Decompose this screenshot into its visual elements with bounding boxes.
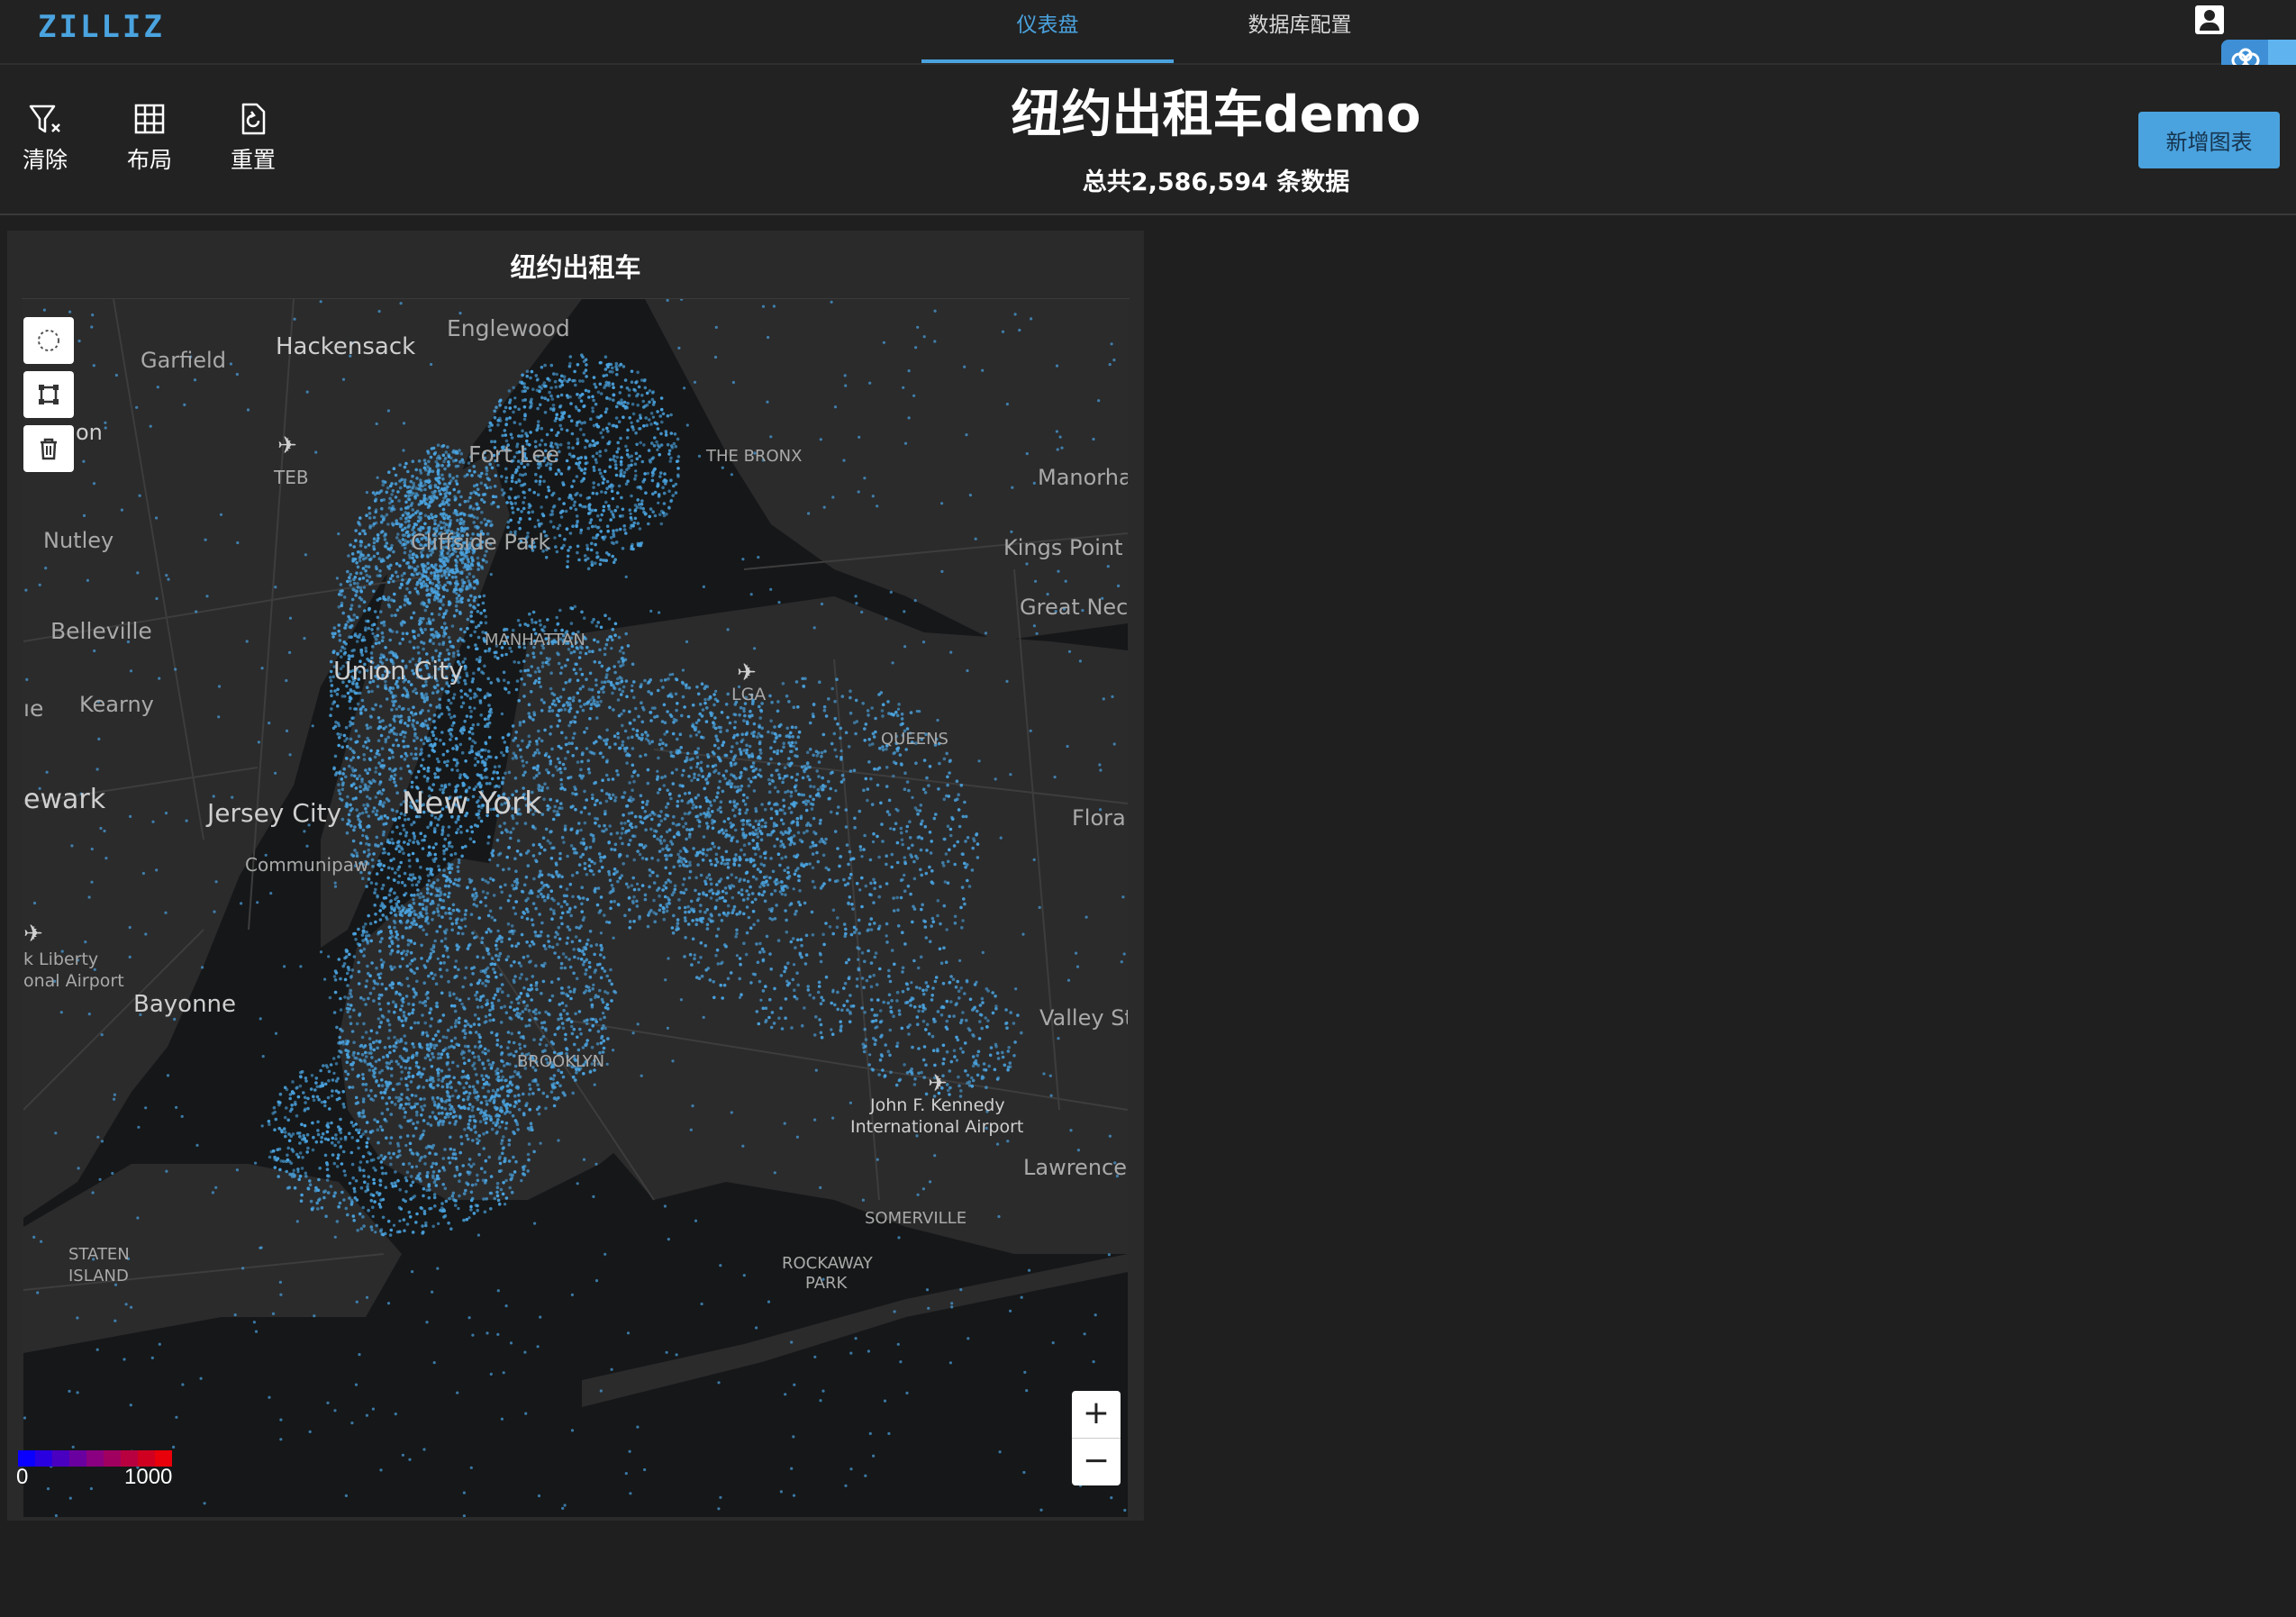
point-map[interactable]: Garfield Hackensack Englewood on TEB For…: [23, 299, 1128, 1517]
zoom-in-button[interactable]: +: [1072, 1391, 1121, 1439]
record-count: 总共2,586,594 条数据: [1082, 168, 1350, 196]
reset-button[interactable]: 重置: [217, 101, 289, 182]
legend-swatch: [52, 1450, 69, 1467]
dashboard-toolbar: 清除 布局 重置 纽约出租车demo 总共2,586,594 条数据 新增图表: [0, 65, 2296, 215]
legend-max: 1000: [124, 1465, 173, 1489]
legend-swatch: [35, 1450, 52, 1467]
layout-button[interactable]: 布局: [113, 101, 186, 182]
filter-clear-icon: [29, 104, 60, 133]
legend-swatch: [86, 1450, 104, 1467]
dashed-circle-icon: [38, 330, 59, 351]
chart-title: 纽约出租车: [510, 252, 641, 283]
user-account-icon[interactable]: [2195, 5, 2224, 34]
page-title: 纽约出租车demo: [1011, 86, 1421, 144]
tab-dashboard[interactable]: 仪表盘: [921, 0, 1174, 63]
add-chart-button[interactable]: 新增图表: [2138, 112, 2280, 168]
chart-card: 纽约出租车 Garfield Hackensack Englewood on T…: [7, 231, 1144, 1521]
zilliz-logo[interactable]: ZILLIZ: [38, 7, 165, 47]
tab-database-config[interactable]: 数据库配置: [1174, 0, 1426, 63]
legend-swatch: [69, 1450, 86, 1467]
draw-polygon-tool[interactable]: [23, 371, 74, 418]
clear-label: 清除: [22, 147, 68, 173]
draw-circle-tool[interactable]: [23, 317, 74, 364]
legend-swatch: [104, 1450, 121, 1467]
trash-icon: [41, 438, 57, 460]
top-nav: ZILLIZ 仪表盘 数据库配置: [0, 0, 2296, 77]
legend-min: 0: [16, 1465, 29, 1489]
reset-document-icon: [241, 103, 266, 135]
zoom-out-button[interactable]: −: [1072, 1439, 1121, 1485]
map-basemap: [23, 299, 1128, 1517]
clear-filter-button[interactable]: 清除: [9, 101, 81, 182]
polygon-icon: [39, 385, 59, 404]
layout-label: 布局: [126, 147, 172, 173]
reset-label: 重置: [230, 147, 276, 173]
delete-shape-tool[interactable]: [23, 425, 74, 472]
grid-layout-icon: [134, 104, 165, 134]
